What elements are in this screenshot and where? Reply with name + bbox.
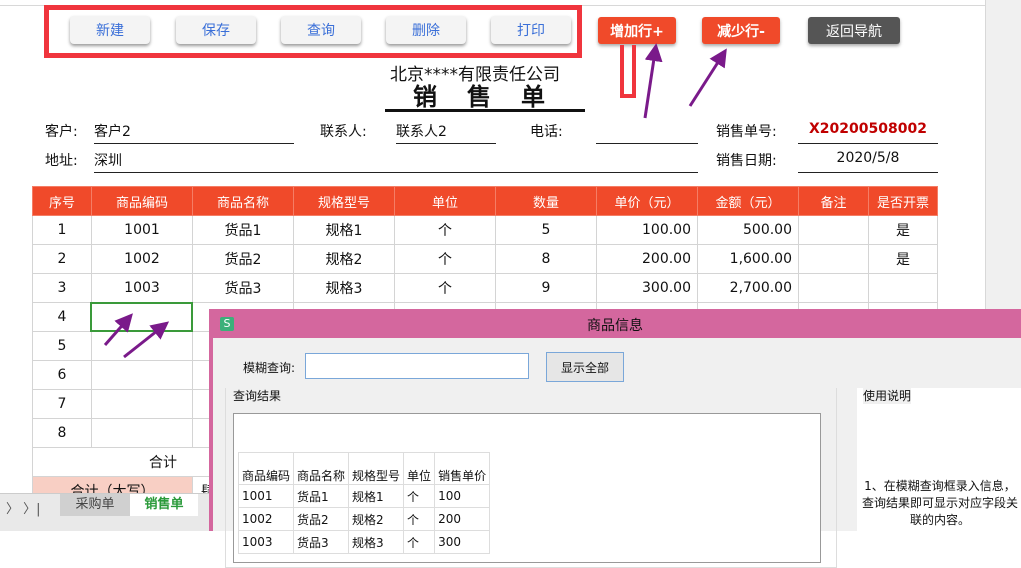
results-column-header: 商品名称	[293, 452, 350, 485]
results-cell[interactable]: 货品2	[293, 507, 350, 531]
results-row[interactable]: 1003 货品3 规格3 个 300	[237, 530, 491, 554]
results-cell[interactable]: 规格1	[348, 484, 405, 508]
results-cell[interactable]: 个	[403, 530, 436, 554]
results-row[interactable]: 1002 货品2 规格2 个 200	[237, 507, 491, 531]
arrow-icon	[123, 321, 170, 359]
results-label: 查询结果	[233, 387, 282, 404]
results-cell[interactable]: 1002	[237, 507, 295, 531]
results-header-row: 商品编码 商品名称 规格型号 单位 销售单价	[237, 452, 491, 485]
results-cell[interactable]: 个	[403, 484, 436, 508]
search-input[interactable]	[305, 353, 529, 379]
results-column-header: 规格型号	[348, 452, 405, 485]
results-column-header: 销售单价	[434, 452, 491, 485]
results-cell[interactable]: 货品3	[293, 530, 350, 554]
results-column-header: 商品编码	[237, 452, 295, 485]
results-cell[interactable]: 1003	[237, 530, 295, 554]
results-cell[interactable]: 个	[403, 507, 436, 531]
results-cell[interactable]: 200	[434, 507, 491, 531]
results-row[interactable]: 1001 货品1 规格1 个 100	[237, 484, 491, 508]
results-table: 商品编码 商品名称 规格型号 单位 销售单价 1001 货品1 规格1 个 100 1002 货品2 规…	[237, 452, 491, 554]
arrow-icon	[103, 313, 133, 346]
results-cell[interactable]: 规格3	[348, 530, 405, 554]
product-info-dialog: S 商品信息 模糊查询: 显示全部 查询结果 商品编码 商品名称 规格型号 单位 销售单…	[209, 309, 1021, 568]
sheet-tab-bar: 〉 〉| 采购单 销售单	[0, 493, 209, 531]
help-label: 使用说明	[863, 387, 912, 404]
search-label: 模糊查询:	[243, 361, 296, 375]
arrow-icon	[643, 43, 663, 119]
arrow-icon	[688, 48, 727, 107]
results-column-header: 单位	[403, 452, 436, 485]
results-cell[interactable]: 规格2	[348, 507, 405, 531]
tab-purchase[interactable]: 采购单	[60, 494, 130, 516]
help-text: 1、在模糊查询框录入信息，查询结果即可显示对应字段关联的内容。	[861, 479, 1018, 527]
results-cell[interactable]: 300	[434, 530, 491, 554]
results-cell[interactable]: 1001	[237, 484, 295, 508]
tab-scroll-icon[interactable]: 〉 〉|	[6, 498, 41, 517]
dialog-title: 商品信息	[587, 318, 643, 334]
results-cell[interactable]: 100	[434, 484, 491, 508]
show-all-button[interactable]: 显示全部	[546, 352, 624, 382]
results-cell[interactable]: 货品1	[293, 484, 350, 508]
tab-sales[interactable]: 销售单	[130, 494, 198, 516]
